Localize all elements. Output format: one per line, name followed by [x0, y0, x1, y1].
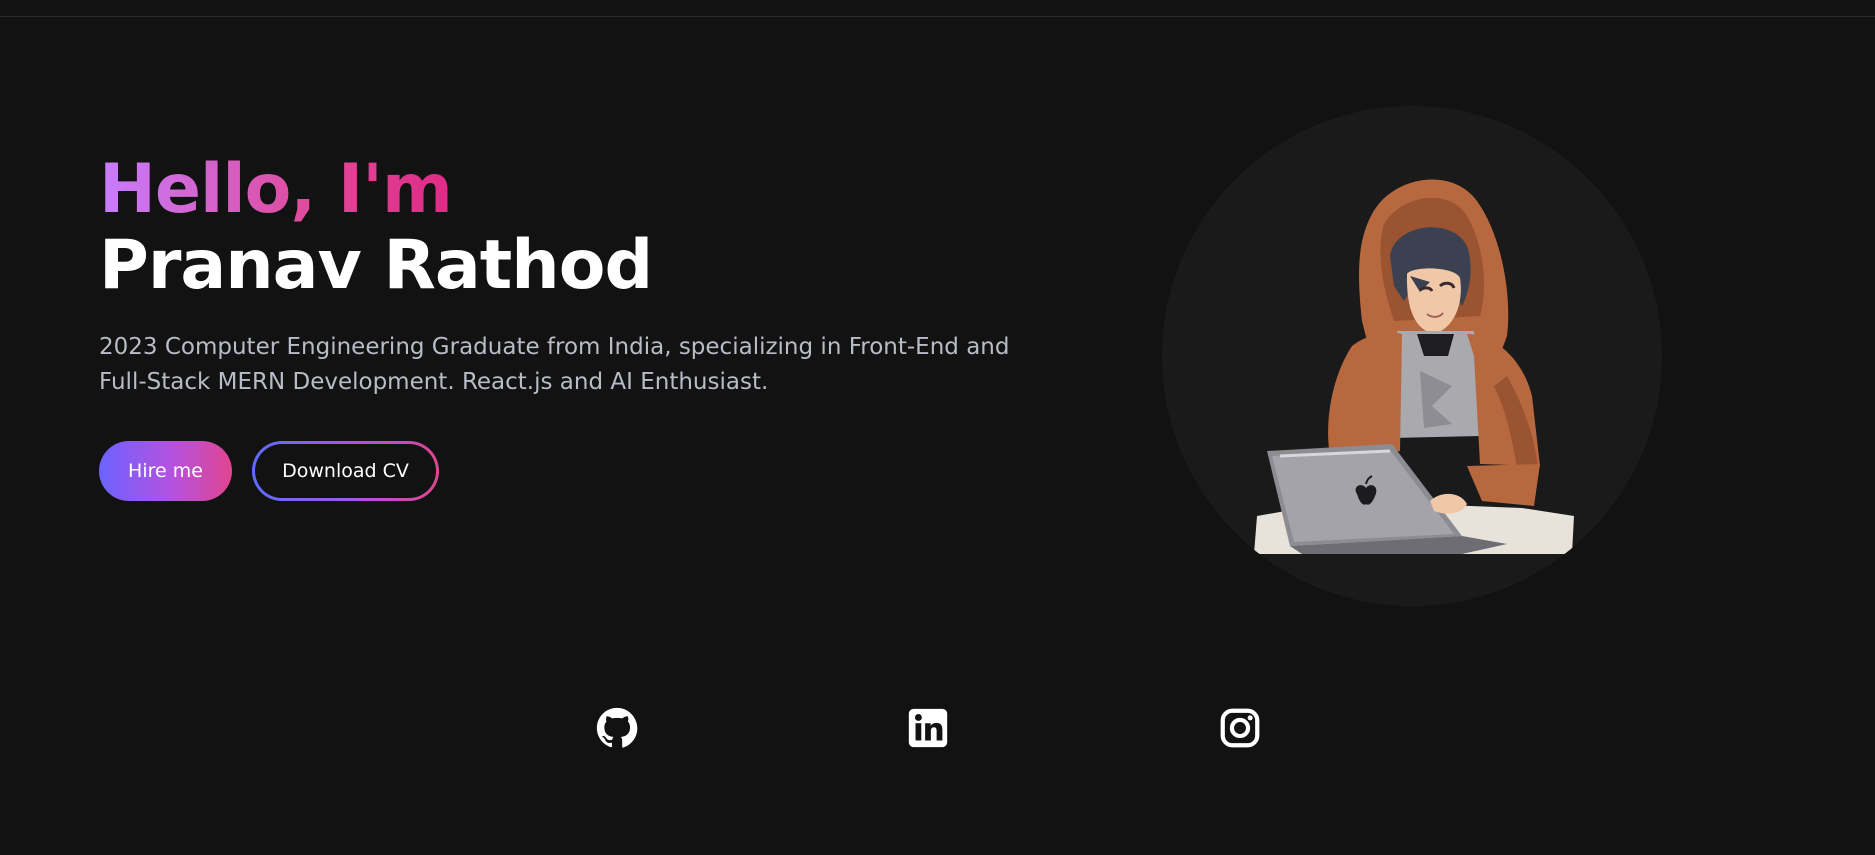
hero-greeting: Hello, I'm [99, 150, 453, 229]
download-cv-button[interactable]: Download CV [252, 441, 439, 501]
instagram-link[interactable] [1212, 700, 1268, 756]
linkedin-icon [908, 708, 948, 748]
hero-intro: Hello, I'm Pranav Rathod 2023 Computer E… [99, 152, 1059, 400]
linkedin-link[interactable] [900, 700, 956, 756]
avatar [1162, 106, 1662, 606]
instagram-icon [1220, 708, 1260, 748]
hero-name: Pranav Rathod [99, 226, 653, 305]
portfolio-page: Hello, I'm Pranav Rathod 2023 Computer E… [0, 0, 1875, 855]
social-links [0, 700, 1875, 756]
avatar-illustration [1162, 179, 1662, 606]
hire-me-button[interactable]: Hire me [99, 441, 232, 501]
download-cv-label: Download CV [255, 444, 436, 498]
hero-bio: 2023 Computer Engineering Graduate from … [99, 334, 1010, 395]
github-link[interactable] [589, 700, 645, 756]
header-divider [0, 16, 1875, 17]
hero-actions: Hire me Download CV [99, 441, 439, 501]
github-icon [596, 707, 638, 748]
